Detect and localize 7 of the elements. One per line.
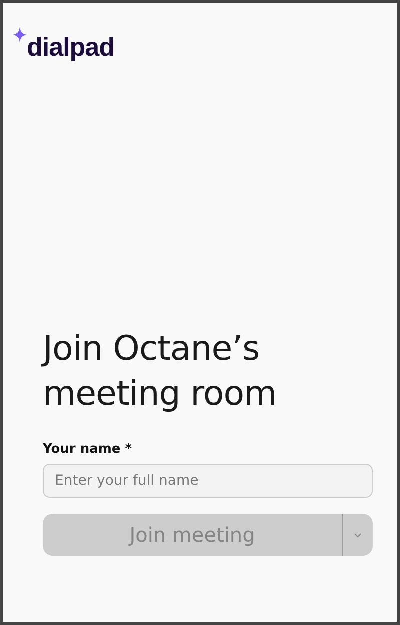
name-input-field[interactable]: Enter your full name <box>43 464 373 498</box>
dialpad-logo: dialpad <box>27 32 115 63</box>
page-title: Join Octane’s meeting room <box>43 328 278 416</box>
options-dropdown-button[interactable] <box>342 514 373 556</box>
chevron-down-icon <box>354 532 362 538</box>
sparkle-icon <box>13 27 27 43</box>
name-label: Your name * <box>43 442 134 457</box>
